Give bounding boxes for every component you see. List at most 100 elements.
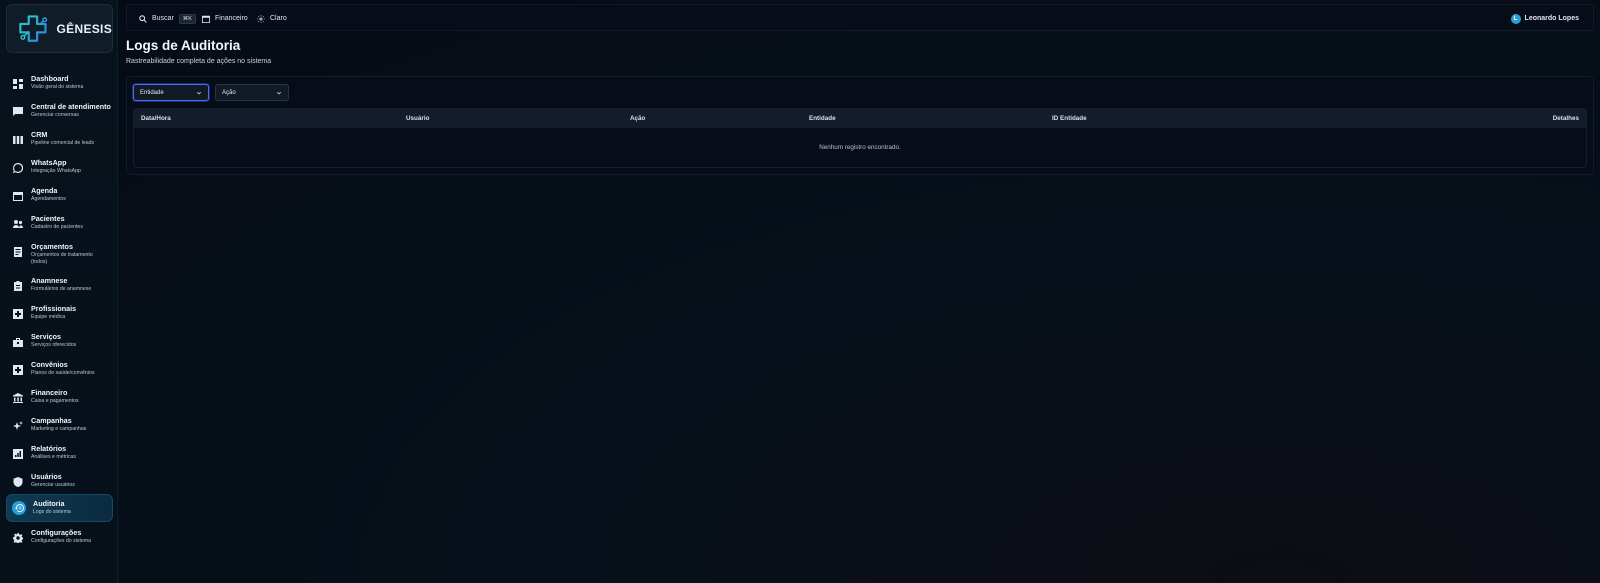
sidebar-item-label: Convênios xyxy=(31,360,68,369)
sidebar-item-label: Campanhas xyxy=(31,416,72,425)
whatsapp-icon xyxy=(12,162,24,174)
chart-icon xyxy=(12,448,24,460)
sidebar-item-sublabel: Pipeline comercial de leads xyxy=(31,140,95,147)
sidebar-item-label: Orçamentos xyxy=(31,242,73,251)
brand-name: GÊNESIS xyxy=(56,21,112,36)
people-icon xyxy=(12,218,24,230)
action-filter-select[interactable]: Ação xyxy=(215,84,289,101)
bank-icon xyxy=(12,392,24,404)
sidebar-item-convenios[interactable]: Convênios Planos de saúde/convênios xyxy=(6,356,113,384)
column-header-datetime[interactable]: Data/Hora xyxy=(141,109,171,128)
medical-icon xyxy=(12,308,24,320)
finance-button[interactable]: Financeiro xyxy=(202,5,248,32)
sidebar-item-pacientes[interactable]: Pacientes Cadastro de pacientes xyxy=(6,210,113,238)
theme-label: Claro xyxy=(270,15,287,22)
logo-icon xyxy=(19,14,48,42)
column-header-action[interactable]: Ação xyxy=(630,109,645,128)
sidebar: GÊNESIS Dashboard Visão geral do sistema … xyxy=(0,0,118,583)
entity-filter-value: Entidade xyxy=(140,89,164,96)
sidebar-item-label: Auditoria xyxy=(33,499,65,508)
sidebar-item-sublabel: Serviços oferecidos xyxy=(31,342,77,349)
sidebar-item-label: Configurações xyxy=(31,528,82,537)
entity-filter-select[interactable]: Entidade xyxy=(133,84,209,101)
gear-icon xyxy=(12,532,24,544)
column-header-details[interactable]: Detalhes xyxy=(1553,109,1579,128)
sidebar-item-orcamentos[interactable]: Orçamentos Orçamentos de tratamento (todo… xyxy=(6,238,113,272)
sidebar-item-label: Anamnese xyxy=(31,276,68,285)
audit-table: Data/Hora Usuário Ação Entidade ID Entid… xyxy=(133,108,1587,168)
sidebar-item-label: Pacientes xyxy=(31,214,65,223)
sidebar-item-label: Serviços xyxy=(31,332,61,341)
sidebar-item-sublabel: Cadastro de pacientes xyxy=(31,224,83,231)
sidebar-item-anamnese[interactable]: Anamnese Formulários de anamnese xyxy=(6,272,113,300)
sidebar-item-profissionais[interactable]: Profissionais Equipe médica xyxy=(6,300,113,328)
avatar: L xyxy=(1510,13,1521,24)
sidebar-item-sublabel: Marketing e campanhas xyxy=(31,426,87,433)
column-header-entity[interactable]: Entidade xyxy=(809,109,836,128)
column-header-entity-id[interactable]: ID Entidade xyxy=(1052,109,1087,128)
column-header-user[interactable]: Usuário xyxy=(406,109,429,128)
action-filter-value: Ação xyxy=(222,89,236,96)
sidebar-item-sublabel: Caixa e pagamentos xyxy=(31,398,79,405)
sidebar-item-label: Agenda xyxy=(31,186,58,195)
receipt-icon xyxy=(12,246,24,258)
clipboard-icon xyxy=(12,280,24,292)
topbar: Buscar ⌘K Financeiro Claro L Leonardo Lo… xyxy=(126,4,1594,31)
sidebar-item-label: Relatórios xyxy=(31,444,67,453)
sidebar-item-sublabel: Agendamentos xyxy=(31,196,66,203)
page-subtitle: Rastreabilidade completa de ações no sis… xyxy=(126,58,272,65)
briefcase-icon xyxy=(12,336,24,348)
sidebar-item-usuarios[interactable]: Usuários Gerenciar usuários xyxy=(6,468,113,496)
sun-icon xyxy=(257,14,265,23)
sidebar-item-whatsapp[interactable]: WhatsApp Integração WhatsApp xyxy=(6,154,113,182)
calendar-icon xyxy=(202,15,210,23)
sidebar-item-sublabel: Integração WhatsApp xyxy=(31,168,81,175)
chat-icon xyxy=(12,106,24,118)
chevron-down-icon xyxy=(196,91,202,95)
brand-logo[interactable]: GÊNESIS xyxy=(6,4,113,53)
theme-toggle[interactable]: Claro xyxy=(257,5,287,32)
search-button[interactable]: Buscar ⌘K xyxy=(139,5,196,32)
sidebar-item-auditoria[interactable]: Auditoria Logs do sistema xyxy=(6,494,113,522)
sparkle-icon xyxy=(12,420,24,432)
search-label: Buscar xyxy=(152,15,174,22)
calendar-icon xyxy=(12,190,24,202)
search-shortcut: ⌘K xyxy=(178,13,196,24)
sidebar-item-crm[interactable]: CRM Pipeline comercial de leads xyxy=(6,126,113,154)
page-title: Logs de Auditoria xyxy=(126,38,241,53)
sidebar-item-sublabel: Visão geral do sistema xyxy=(31,84,84,91)
sidebar-item-label: Financeiro xyxy=(31,388,68,397)
empty-state-message: Nenhum registro encontrado. xyxy=(819,144,901,151)
sidebar-item-campanhas[interactable]: Campanhas Marketing e campanhas xyxy=(6,412,113,440)
sidebar-item-sublabel: Planos de saúde/convênios xyxy=(31,370,95,377)
sidebar-item-label: WhatsApp xyxy=(31,158,67,167)
sidebar-item-sublabel: Orçamentos de tratamento (todos) xyxy=(31,252,93,265)
user-name: Leonardo Lopes xyxy=(1524,15,1579,22)
sidebar-item-sublabel: Gerenciar conversas xyxy=(31,112,79,119)
audit-panel: Entidade Ação Data/Hora Usuário Ação Ent… xyxy=(126,76,1594,175)
chevron-down-icon xyxy=(276,91,282,95)
shield-user-icon xyxy=(12,476,24,488)
sidebar-item-label: Dashboard xyxy=(31,74,69,83)
search-icon xyxy=(139,14,147,23)
health-plan-icon xyxy=(12,364,24,376)
user-menu[interactable]: L Leonardo Lopes xyxy=(1510,5,1579,32)
sidebar-item-relatorios[interactable]: Relatórios Análises e métricas xyxy=(6,440,113,468)
sidebar-item-label: Profissionais xyxy=(31,304,77,313)
sidebar-item-dashboard[interactable]: Dashboard Visão geral do sistema xyxy=(6,70,113,98)
sidebar-item-label: Usuários xyxy=(31,472,62,481)
table-header: Data/Hora Usuário Ação Entidade ID Entid… xyxy=(134,109,1586,128)
sidebar-item-servicos[interactable]: Serviços Serviços oferecidos xyxy=(6,328,113,356)
pipeline-icon xyxy=(12,134,24,146)
sidebar-item-central-de-atendimento[interactable]: Central de atendimento Gerenciar conversa… xyxy=(6,98,113,126)
sidebar-item-sublabel: Logs do sistema xyxy=(33,509,71,516)
sidebar-item-configuracoes[interactable]: Configurações Configurações do sistema xyxy=(6,524,113,552)
dashboard-icon xyxy=(12,78,24,90)
sidebar-item-agenda[interactable]: Agenda Agendamentos xyxy=(6,182,113,210)
sidebar-item-sublabel: Gerenciar usuários xyxy=(31,482,75,489)
sidebar-item-sublabel: Configurações do sistema xyxy=(31,538,91,545)
sidebar-item-financeiro[interactable]: Financeiro Caixa e pagamentos xyxy=(6,384,113,412)
sidebar-item-sublabel: Equipe médica xyxy=(31,314,66,321)
sidebar-item-sublabel: Análises e métricas xyxy=(31,454,76,461)
history-icon xyxy=(12,501,26,515)
